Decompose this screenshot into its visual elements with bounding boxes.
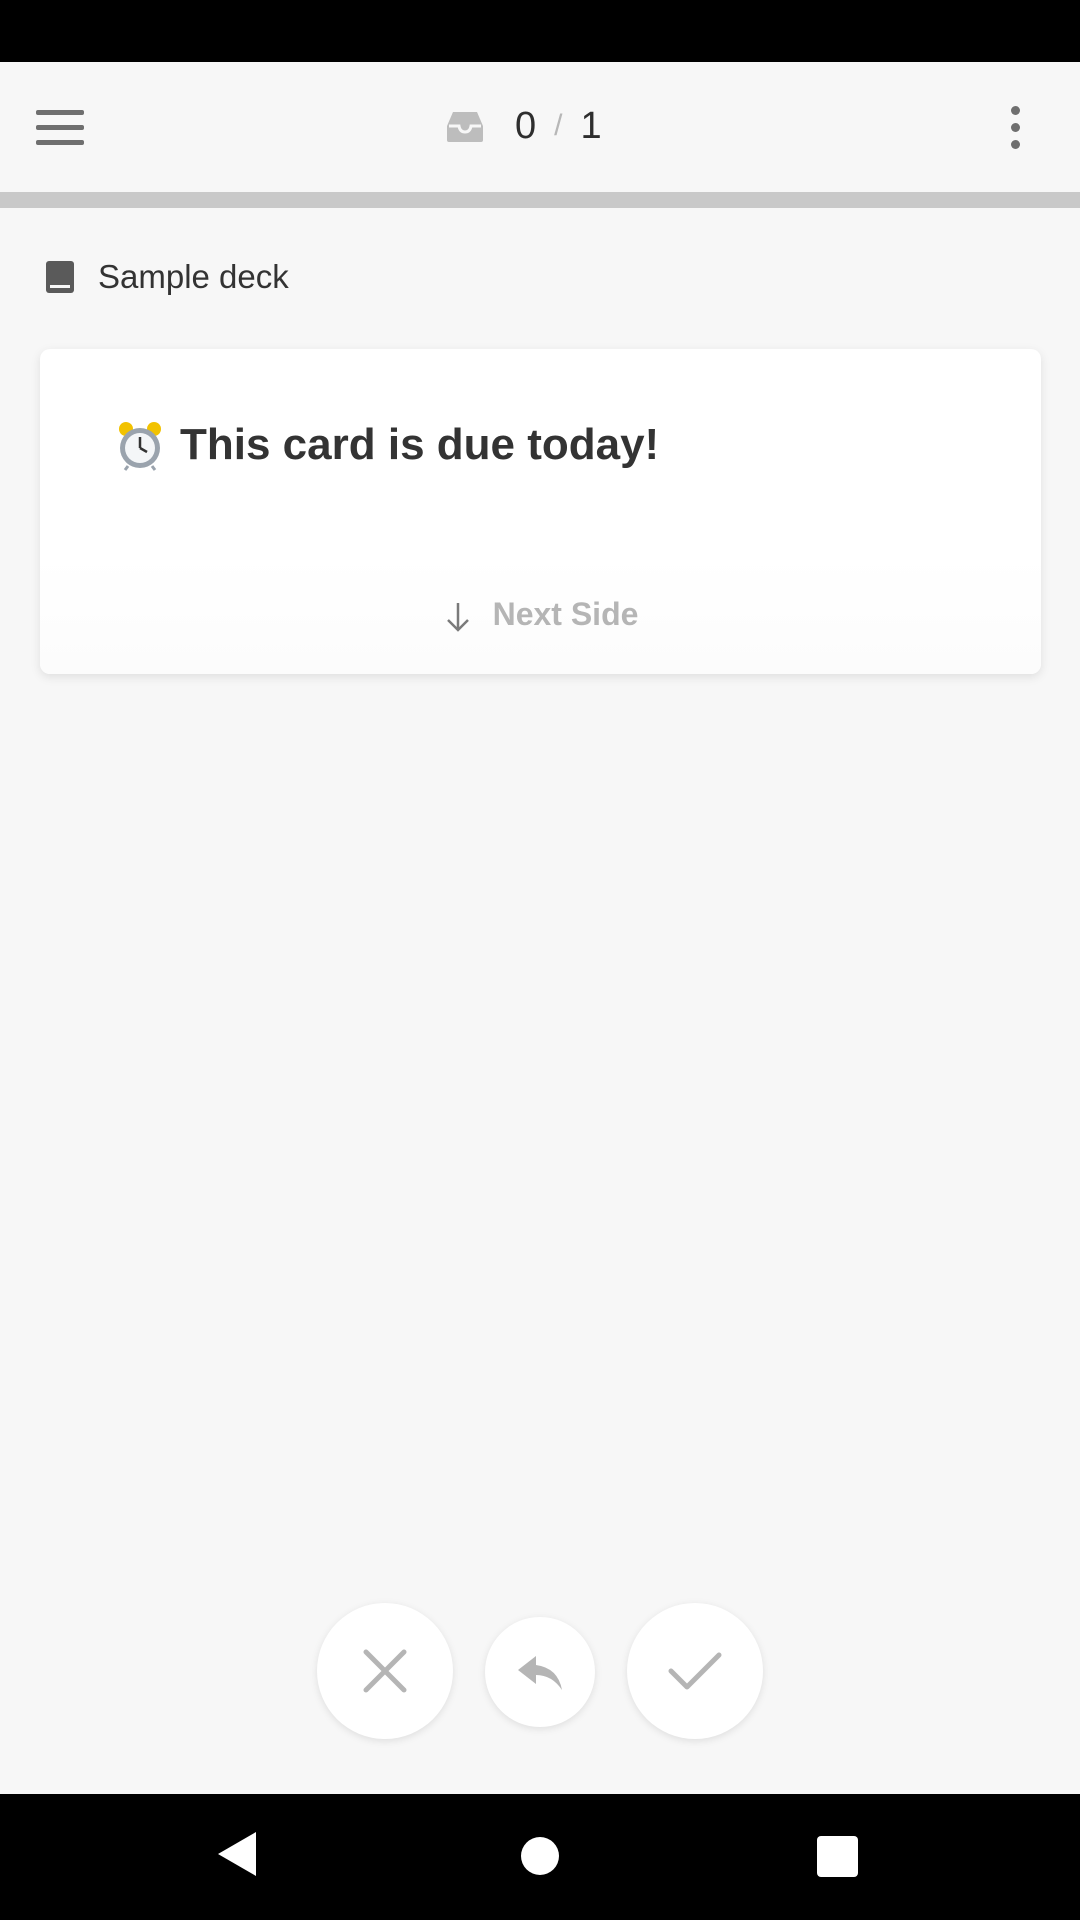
reply-icon [518,1656,562,1690]
back-nav-icon[interactable] [216,1830,258,1878]
undo-button[interactable] [485,1617,595,1727]
alarm-clock-icon [119,422,161,471]
total-count: 1 [580,104,602,147]
card-title: This card is due today! [180,420,660,469]
more-vert-dot [1010,139,1020,149]
progress-bar [0,192,1080,208]
deck-label-row: Sample deck [44,255,289,299]
mark-correct-button[interactable] [627,1603,763,1739]
app-bar: 0 / 1 [0,62,1080,192]
next-side-label: Next Side [492,596,639,632]
card-front: This card is due today! [114,417,659,473]
home-nav-icon[interactable] [521,1837,559,1875]
count-separator: / [554,109,563,142]
more-vert-dot [1010,105,1020,115]
deck-name: Sample deck [98,258,289,295]
hamburger-line [36,109,84,115]
mark-wrong-button[interactable] [317,1603,453,1739]
recents-nav-icon[interactable] [817,1836,858,1877]
system-nav-bar [0,1794,1080,1920]
flashcard[interactable]: This card is due today! Next Side [40,349,1041,674]
reviewed-count: 0 [515,104,537,147]
more-vert-dot [1010,122,1020,132]
inbox-icon [447,112,483,142]
arrow-down-icon [446,602,469,632]
review-counter: 0 / 1 [445,98,602,154]
status-bar [0,0,1080,62]
more-options-button[interactable] [1000,102,1030,152]
close-icon [363,1649,407,1693]
book-icon [46,261,74,293]
menu-button[interactable] [36,102,94,152]
check-icon [668,1652,722,1690]
next-side-button[interactable]: Next Side [40,555,1041,674]
hamburger-line [36,139,84,145]
hamburger-line [36,124,84,130]
